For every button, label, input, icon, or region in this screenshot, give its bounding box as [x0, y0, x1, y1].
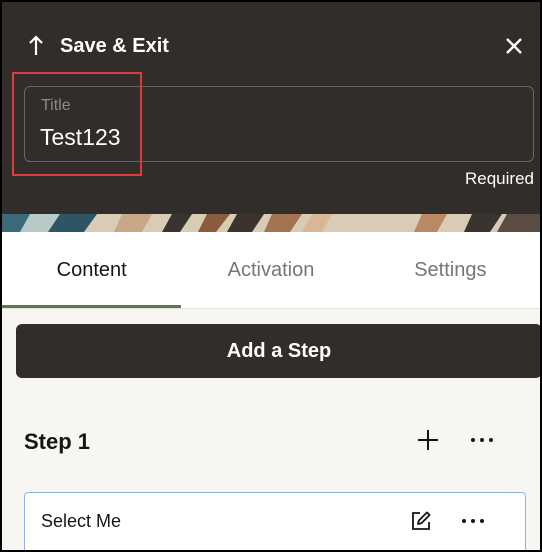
required-hint: Required: [465, 169, 534, 188]
tab-activation[interactable]: Activation: [181, 232, 360, 308]
tab-bar: Content Activation Settings: [2, 232, 540, 308]
item-more-button[interactable]: [457, 507, 489, 535]
decorative-banner: [2, 214, 540, 232]
more-horizontal-icon: [462, 519, 484, 523]
close-icon: [506, 38, 522, 54]
more-horizontal-icon: [471, 438, 493, 442]
close-button[interactable]: [500, 32, 528, 60]
tab-content[interactable]: Content: [2, 232, 182, 308]
add-step-button[interactable]: Add a Step: [16, 324, 540, 378]
edit-button[interactable]: [407, 507, 435, 535]
app-frame: Save & Exit Title Required: [0, 0, 542, 552]
header: Save & Exit Title Required: [2, 2, 540, 214]
save-exit-button[interactable]: Save & Exit: [26, 32, 169, 60]
step-more-button[interactable]: [466, 426, 498, 454]
arrow-up-icon: [29, 35, 43, 55]
annotation-highlight: [12, 72, 142, 176]
step-title: Step 1: [24, 429, 91, 454]
step-item-label: Select Me: [41, 511, 122, 531]
tabs-divider: [2, 308, 540, 309]
tab-settings[interactable]: Settings: [361, 232, 540, 308]
save-exit-label: Save & Exit: [60, 34, 169, 57]
edit-icon: [412, 511, 431, 530]
step-item-card[interactable]: Select Me: [24, 492, 526, 550]
add-to-step-button[interactable]: [414, 426, 442, 454]
plus-icon: [418, 430, 438, 450]
